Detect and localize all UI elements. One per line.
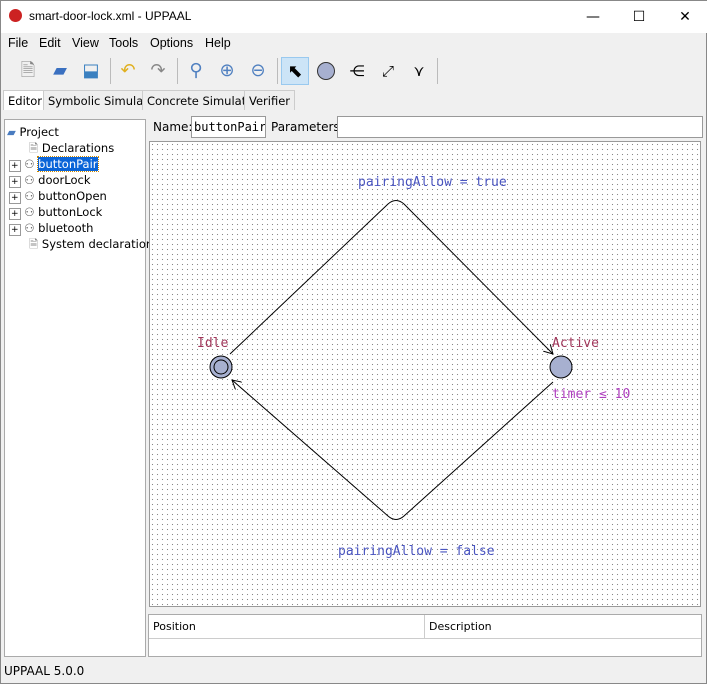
menu-view[interactable]: View	[72, 36, 99, 50]
tree-item-doorlock[interactable]: + ⚇ doorLock	[9, 172, 145, 188]
column-position[interactable]: Position	[149, 615, 425, 639]
invariant-label[interactable]: timer ≤ 10	[552, 387, 630, 402]
tree-item-buttonpair[interactable]: + ⚇ buttonPair	[9, 156, 145, 172]
open-icon[interactable]: ▰	[46, 57, 74, 85]
tree-item-label: bluetooth	[38, 221, 94, 235]
tree-item-label: buttonLock	[38, 205, 103, 219]
tree-item-declarations[interactable]: 🗎 Declarations	[9, 140, 145, 156]
branch-tool-icon[interactable]: ⋲	[343, 57, 371, 85]
tree-root-label: Project	[19, 125, 59, 139]
menu-file[interactable]: File	[8, 36, 28, 50]
location-name-active[interactable]: Active	[552, 336, 599, 351]
expand-icon[interactable]: +	[9, 224, 21, 236]
document-icon: 🗎	[29, 237, 39, 251]
document-icon: 🗎	[29, 141, 39, 155]
select-tool-icon[interactable]: ⬉	[281, 57, 309, 85]
tree-item-label: buttonPair	[37, 156, 99, 172]
toolbar-separator	[437, 58, 438, 84]
tab-editor[interactable]: Editor	[3, 90, 48, 110]
location-active	[549, 355, 573, 379]
location-idle	[209, 355, 233, 379]
menu-options[interactable]: Options	[150, 36, 193, 50]
close-button[interactable]: ✕	[662, 1, 707, 33]
tree-item-buttonlock[interactable]: + ⚇ buttonLock	[9, 204, 145, 220]
column-description[interactable]: Description	[425, 615, 701, 639]
expand-icon[interactable]: +	[9, 176, 21, 188]
name-input[interactable]: buttonPair	[191, 116, 266, 138]
title-bar: smart-door-lock.xml - UPPAAL — ☐ ✕	[1, 1, 707, 33]
template-icon: ⚇	[24, 205, 35, 219]
toolbar-separator	[110, 58, 111, 84]
template-icon: ⚇	[24, 157, 35, 171]
automaton-canvas[interactable]: Idle Active timer ≤ 10 pairingAllow = tr…	[149, 141, 701, 607]
update-label-false[interactable]: pairingAllow = false	[338, 544, 495, 559]
new-icon[interactable]: 🗎	[14, 57, 42, 85]
expand-icon[interactable]: +	[9, 208, 21, 220]
tree-item-label: buttonOpen	[38, 189, 107, 203]
redo-icon[interactable]: ↷	[144, 57, 172, 85]
zoom-out-icon[interactable]: ⊖	[244, 57, 272, 85]
tree-item-system-declarations[interactable]: 🗎 System declarations	[9, 236, 159, 252]
location-tool-icon[interactable]	[312, 57, 340, 85]
tree-root[interactable]: ▰ Project	[7, 124, 145, 140]
tab-verifier[interactable]: Verifier	[244, 90, 296, 110]
zoom-in-icon[interactable]: ⊕	[213, 57, 241, 85]
nail-tool-icon[interactable]: ⋎	[405, 57, 433, 85]
parameters-input[interactable]	[337, 116, 703, 138]
tree-item-bluetooth[interactable]: + ⚇ bluetooth	[9, 220, 145, 236]
expand-icon[interactable]: +	[9, 160, 21, 172]
template-icon: ⚇	[24, 173, 35, 187]
edge-idle-to-active	[229, 200, 553, 355]
template-icon: ⚇	[24, 221, 35, 235]
tree-item-buttonopen[interactable]: + ⚇ buttonOpen	[9, 188, 145, 204]
tree-item-label: System declarations	[41, 237, 160, 251]
undo-icon[interactable]: ↶	[114, 57, 142, 85]
location-name-idle[interactable]: Idle	[197, 336, 228, 351]
toolbar-separator	[177, 58, 178, 84]
status-bar: UPPAAL 5.0.0	[4, 664, 85, 678]
tree-item-label: Declarations	[41, 141, 115, 155]
update-label-true[interactable]: pairingAllow = true	[358, 175, 507, 190]
parameters-label: Parameters:	[271, 120, 344, 134]
problems-table: Position Description	[148, 614, 702, 657]
zoom-fit-icon[interactable]: ⚲	[182, 57, 210, 85]
toolbar-separator	[277, 58, 278, 84]
save-icon[interactable]: ⬓	[77, 57, 105, 85]
menu-edit[interactable]: Edit	[39, 36, 61, 50]
window-title: smart-door-lock.xml - UPPAAL	[29, 9, 192, 23]
edge-tool-icon[interactable]: ⤢	[374, 57, 402, 85]
folder-icon: ▰	[7, 125, 16, 139]
menu-tools[interactable]: Tools	[109, 36, 138, 50]
project-tree: ▰ Project 🗎 Declarations + ⚇ buttonPair + …	[4, 119, 159, 657]
expand-icon[interactable]: +	[9, 192, 21, 204]
app-icon	[9, 9, 22, 22]
minimize-button[interactable]: —	[570, 1, 616, 33]
maximize-button[interactable]: ☐	[616, 1, 662, 33]
template-icon: ⚇	[24, 189, 35, 203]
edge-active-to-idle	[232, 380, 554, 520]
tree-item-label: doorLock	[38, 173, 91, 187]
menu-help[interactable]: Help	[205, 36, 231, 50]
name-label: Name:	[153, 120, 193, 134]
